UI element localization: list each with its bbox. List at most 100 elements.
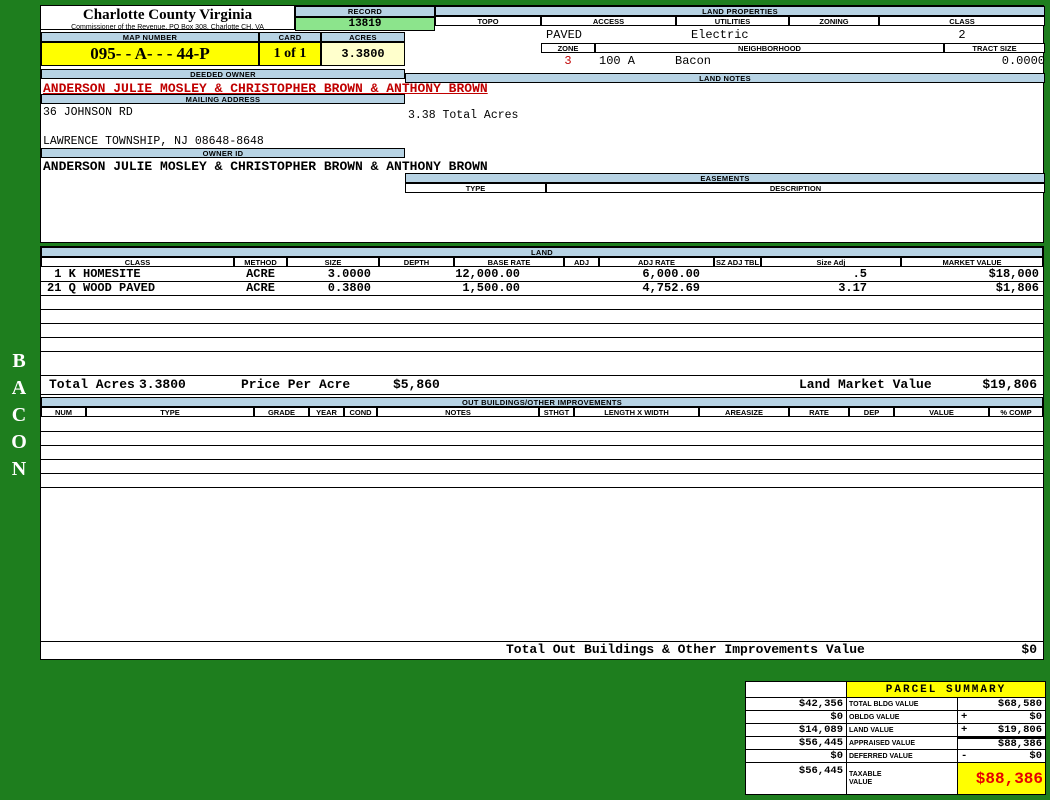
total-bldg-value: $68,580 xyxy=(958,698,1045,710)
land-col-method: METHOD xyxy=(234,257,287,267)
parcel-summary-title: PARCEL SUMMARY xyxy=(847,682,1045,697)
land-market-value: $19,806 xyxy=(982,377,1037,392)
taxable-value-label: TAXABLE VALUE xyxy=(847,763,957,794)
deferred-value: - $0 xyxy=(958,750,1045,762)
land-table-header: CLASS METHOD SIZE DEPTH BASE RATE ADJ AD… xyxy=(41,257,1043,267)
acres-label: ACRES xyxy=(321,32,405,42)
total-bldg-value-label: TOTAL BLDG VALUE xyxy=(847,698,957,710)
owner-id-label: OWNER ID xyxy=(41,148,405,158)
land-row1-adj-rate: 6,000.00 xyxy=(642,267,700,281)
top-panel: Charlotte County Virginia Commissioner o… xyxy=(40,5,1045,243)
land-row1-method: ACRE xyxy=(246,267,275,281)
land-row2-market-value: $1,806 xyxy=(995,281,1039,295)
appraised-value-label: APPRAISED VALUE xyxy=(847,737,957,749)
land-col-sz-adj-tbl: SZ ADJ TBL xyxy=(714,257,761,267)
value: $68,580 xyxy=(997,698,1042,710)
land-col-size: SIZE xyxy=(287,257,379,267)
easement-type-label: TYPE xyxy=(405,183,546,193)
land-col-depth: DEPTH xyxy=(379,257,454,267)
land-properties-columns: TOPO ACCESS UTILITIES ZONING CLASS xyxy=(435,16,1045,26)
land-row1-market-value: $18,000 xyxy=(988,267,1039,281)
ob-col-value: VALUE xyxy=(894,407,989,417)
value: $0 xyxy=(1029,750,1042,762)
appraised-value: $88,386 xyxy=(958,737,1045,749)
land-totals-row: Total Acres 3.3800 Price Per Acre $5,860… xyxy=(41,375,1043,395)
neighborhood-vertical-label: BACON xyxy=(8,350,30,485)
zone-neighborhood-columns: ZONE NEIGHBORHOOD TRACT SIZE xyxy=(541,43,1045,53)
op: + xyxy=(961,711,968,723)
ob-col-rate: RATE xyxy=(789,407,849,417)
parcel-summary-spacer xyxy=(746,682,846,697)
ob-empty-row xyxy=(41,473,1043,488)
zone-label: ZONE xyxy=(541,43,595,53)
label-text: TAXABLE VALUE xyxy=(849,770,882,786)
ob-empty-row xyxy=(41,445,1043,460)
land-row2-adj-rate: 4,752.69 xyxy=(642,281,700,295)
map-number-value: 095- - A- - - 44-P xyxy=(41,42,259,66)
total-acres-value: 3.3800 xyxy=(139,377,186,392)
mailing-address-label: MAILING ADDRESS xyxy=(41,94,405,104)
class-value: 2 xyxy=(958,28,966,42)
ob-col-num: NUM xyxy=(41,407,86,417)
ob-col-type: TYPE xyxy=(86,407,254,417)
prior-appraised-value: $56,445 xyxy=(746,737,846,749)
obldg-value-label: OBLDG VALUE xyxy=(847,711,957,723)
ob-col-year: YEAR xyxy=(309,407,344,417)
zone-value: 3 xyxy=(564,54,572,68)
land-section-label: LAND xyxy=(41,247,1043,257)
prior-taxable-value: $56,445 xyxy=(746,763,846,794)
value: $0 xyxy=(1029,711,1042,723)
land-panel: LAND CLASS METHOD SIZE DEPTH BASE RATE A… xyxy=(40,246,1044,660)
land-market-value-label: Land Market Value xyxy=(799,377,932,392)
land-row1-size: 3.0000 xyxy=(327,267,371,281)
total-acres-label: Total Acres xyxy=(49,377,135,392)
ob-col-dep: DEP xyxy=(849,407,894,417)
utilities-value: Electric xyxy=(691,28,749,42)
easement-description-label: DESCRIPTION xyxy=(546,183,1045,193)
ob-col-grade: GRADE xyxy=(254,407,309,417)
land-notes-value: 3.38 Total Acres xyxy=(408,109,519,122)
prior-deferred-value: $0 xyxy=(746,750,846,762)
land-empty-row xyxy=(41,309,1043,324)
record-label: RECORD xyxy=(295,6,435,17)
access-value: PAVED xyxy=(546,28,583,42)
tract-size-value: 0.0000 xyxy=(1001,54,1045,68)
land-empty-row xyxy=(41,295,1043,310)
neighborhood-code: 100 A xyxy=(599,54,636,68)
owner-id-value: ANDERSON JULIE MOSLEY & CHRISTOPHER BROW… xyxy=(43,159,488,174)
county-subtitle: Commissioner of the Revenue, PO Box 308,… xyxy=(71,24,264,31)
card-value: 1 of 1 xyxy=(259,42,321,66)
out-buildings-section-label: OUT BUILDINGS/OTHER IMPROVEMENTS xyxy=(41,397,1043,407)
land-row1-size-adj: .5 xyxy=(852,267,867,281)
deeded-owner-label: DEEDED OWNER xyxy=(41,69,405,79)
parcel-summary: PARCEL SUMMARY $42,356 TOTAL BLDG VALUE … xyxy=(745,681,1046,795)
land-empty-row xyxy=(41,323,1043,338)
prior-land-value: $14,089 xyxy=(746,724,846,736)
prior-obldg-value: $0 xyxy=(746,711,846,723)
utilities-label: UTILITIES xyxy=(676,16,789,26)
ob-empty-row xyxy=(41,431,1043,446)
neighborhood-label: NEIGHBORHOOD xyxy=(595,43,944,53)
price-per-acre-label: Price Per Acre xyxy=(241,377,351,392)
easements-label: EASEMENTS xyxy=(405,173,1045,183)
land-row1-class: 1 K HOMESITE xyxy=(47,267,141,281)
land-row2-class: 21 Q WOOD PAVED xyxy=(47,281,156,295)
easements-columns: TYPE DESCRIPTION xyxy=(405,183,1045,193)
county-box: Charlotte County Virginia Commissioner o… xyxy=(41,6,295,31)
prior-total-bldg-value: $42,356 xyxy=(746,698,846,710)
mailing-address-line1: 36 JOHNSON RD xyxy=(43,106,133,119)
land-row2-base-rate: 1,500.00 xyxy=(462,281,520,295)
land-row1-base-rate: 12,000.00 xyxy=(455,267,520,281)
op: + xyxy=(961,724,968,736)
access-label: ACCESS xyxy=(541,16,676,26)
out-buildings-total-label: Total Out Buildings & Other Improvements… xyxy=(506,642,865,657)
ob-col-sthgt: STHGT xyxy=(539,407,574,417)
value: $88,386 xyxy=(997,738,1042,749)
land-notes-label: LAND NOTES xyxy=(405,73,1045,83)
land-value-label: LAND VALUE xyxy=(847,724,957,736)
map-number-label: MAP NUMBER xyxy=(41,32,259,42)
taxable-value: $88,386 xyxy=(958,763,1045,794)
out-buildings-header: NUM TYPE GRADE YEAR COND NOTES STHGT LEN… xyxy=(41,407,1043,417)
record-value: 13819 xyxy=(295,17,435,31)
land-col-base-rate: BASE RATE xyxy=(454,257,564,267)
